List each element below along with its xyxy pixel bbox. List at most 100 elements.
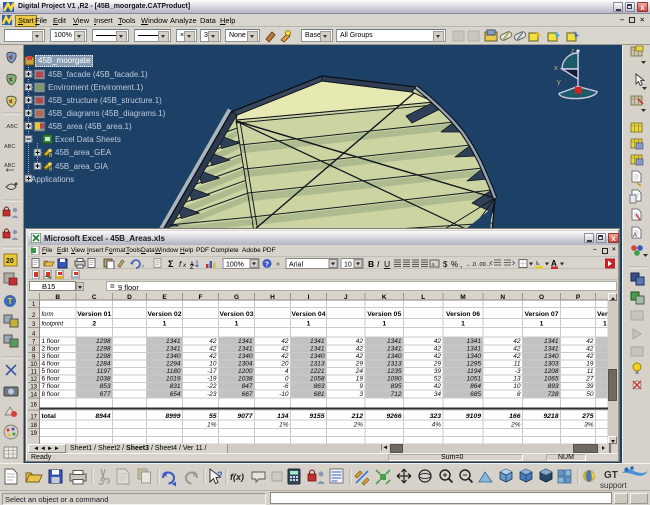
svg-text:10: 10 — [513, 383, 521, 390]
svg-text:Version 05: Version 05 — [367, 311, 401, 318]
svg-text:14: 14 — [30, 393, 37, 399]
svg-text:654: 654 — [170, 391, 181, 398]
svg-text:Version 04: Version 04 — [291, 311, 325, 318]
svg-text:1197: 1197 — [97, 368, 111, 375]
svg-text:39: 39 — [586, 383, 594, 390]
svg-text:J: J — [344, 294, 348, 301]
svg-text:1%: 1% — [207, 422, 217, 429]
svg-text:4%: 4% — [432, 422, 442, 429]
svg-text:1038: 1038 — [96, 376, 111, 383]
svg-text:-6: -6 — [283, 383, 289, 390]
svg-text:1340: 1340 — [310, 353, 325, 360]
svg-text:L: L — [421, 294, 425, 301]
svg-text:10: 10 — [30, 362, 37, 368]
svg-text:1221: 1221 — [310, 368, 325, 375]
svg-text:1058: 1058 — [310, 376, 325, 383]
svg-text:GT: GT — [604, 470, 618, 481]
svg-text:Version 07: Version 07 — [524, 311, 558, 318]
svg-text:B: B — [49, 153, 53, 159]
svg-text:support: support — [600, 481, 627, 490]
svg-text:1341: 1341 — [544, 346, 559, 353]
svg-text:?: ? — [217, 470, 223, 480]
svg-text:11: 11 — [587, 368, 594, 375]
svg-text:1341: 1341 — [544, 338, 559, 345]
svg-text:1298: 1298 — [96, 353, 111, 360]
svg-text:667: 667 — [242, 391, 253, 398]
svg-text:1: 1 — [603, 321, 607, 328]
svg-text:E: E — [162, 294, 167, 301]
svg-text:3%: 3% — [584, 422, 594, 429]
svg-text:O: O — [539, 294, 544, 301]
svg-text:9155: 9155 — [309, 413, 324, 420]
svg-text:B: B — [49, 167, 53, 173]
svg-text:10: 10 — [209, 361, 217, 368]
svg-text:8944: 8944 — [95, 413, 110, 420]
svg-text:19: 19 — [356, 376, 364, 383]
svg-text:1341: 1341 — [166, 346, 181, 353]
svg-text:42: 42 — [586, 338, 594, 345]
svg-text:.00→: .00→ — [478, 262, 491, 268]
svg-text:1051: 1051 — [467, 376, 482, 383]
svg-text:847: 847 — [242, 383, 253, 390]
svg-text:1284: 1284 — [96, 361, 111, 368]
svg-text:34: 34 — [434, 391, 442, 398]
svg-text:10: 10 — [344, 262, 352, 269]
svg-text:42: 42 — [356, 346, 364, 353]
svg-text:D: D — [127, 294, 132, 301]
svg-text:U: U — [384, 259, 390, 269]
svg-text:2 floor: 2 floor — [42, 346, 61, 353]
svg-text:100%: 100% — [226, 262, 244, 269]
svg-text:275: 275 — [581, 413, 594, 420]
svg-text:3: 3 — [359, 391, 363, 398]
svg-text:6 floor: 6 floor — [42, 376, 61, 383]
svg-text:863: 863 — [314, 383, 325, 390]
svg-text:1340: 1340 — [544, 353, 559, 360]
svg-text:24: 24 — [355, 368, 364, 375]
svg-text:685: 685 — [470, 391, 481, 398]
svg-text:4: 4 — [285, 368, 289, 375]
svg-text:$: $ — [443, 260, 448, 269]
svg-text:17: 17 — [30, 415, 37, 421]
svg-text:footprint: footprint — [42, 322, 64, 328]
svg-text:8 floor: 8 floor — [42, 391, 61, 398]
svg-text:27: 27 — [585, 376, 594, 383]
svg-text:42: 42 — [434, 338, 442, 345]
svg-text:T: T — [8, 297, 13, 306]
svg-text:1341: 1341 — [467, 346, 482, 353]
svg-text:H: H — [270, 294, 275, 301]
svg-text:5 floor: 5 floor — [42, 368, 61, 375]
svg-text:form: form — [42, 312, 54, 318]
svg-text:F: F — [199, 294, 203, 301]
svg-text:50: 50 — [586, 391, 594, 398]
svg-text:29: 29 — [355, 361, 364, 368]
svg-text:1298: 1298 — [96, 346, 111, 353]
svg-text:-10: -10 — [279, 391, 289, 398]
svg-text:1208: 1208 — [544, 368, 559, 375]
svg-text:K: K — [382, 294, 387, 301]
svg-text:42: 42 — [586, 346, 594, 353]
svg-text:893: 893 — [548, 383, 559, 390]
svg-text:9218: 9218 — [543, 413, 558, 420]
svg-text:677: 677 — [100, 391, 111, 398]
svg-text:19: 19 — [30, 431, 37, 437]
svg-text:29: 29 — [433, 361, 442, 368]
svg-text:1341: 1341 — [238, 338, 253, 345]
svg-text:←.0: ←.0 — [466, 262, 476, 268]
svg-text:1294: 1294 — [166, 361, 181, 368]
svg-text:42: 42 — [281, 338, 289, 345]
svg-text:1340: 1340 — [166, 353, 181, 360]
svg-text:1: 1 — [307, 321, 311, 328]
svg-text:1: 1 — [235, 321, 239, 328]
svg-text:712: 712 — [391, 391, 402, 398]
svg-text:4 floor: 4 floor — [42, 361, 61, 368]
svg-text:1295: 1295 — [467, 361, 482, 368]
svg-text:1341: 1341 — [310, 346, 325, 353]
svg-text:B: B — [55, 294, 60, 301]
svg-text:1340: 1340 — [387, 353, 402, 360]
svg-text:1200: 1200 — [238, 368, 253, 375]
svg-text:42: 42 — [434, 353, 442, 360]
svg-text:1038: 1038 — [238, 376, 253, 383]
svg-text:G: G — [234, 294, 239, 301]
svg-text:895: 895 — [391, 383, 402, 390]
svg-text:?: ? — [265, 262, 269, 269]
